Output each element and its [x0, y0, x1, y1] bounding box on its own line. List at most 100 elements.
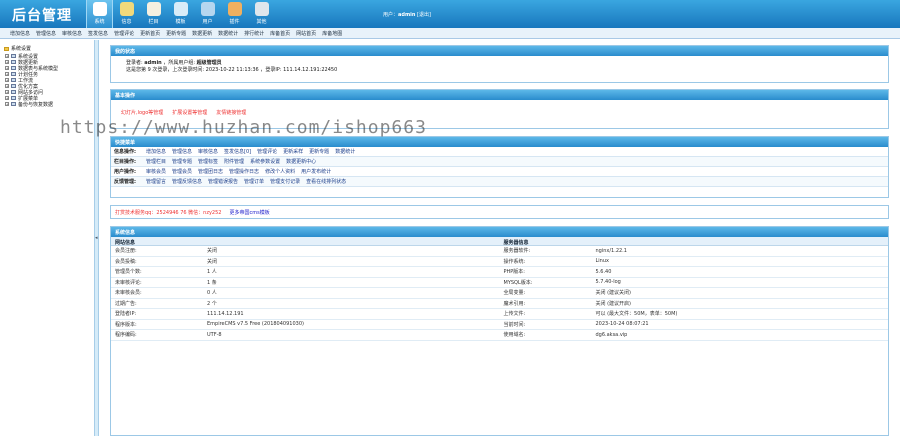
folder-icon [11, 96, 16, 100]
subnav-link[interactable]: 更新专题 [166, 30, 186, 37]
system-info-panel: 系统信息 网站信息 会员注册: 关闭 会员投稿: 关闭 管理员个数: 1 人未审核评论: 1… [110, 226, 889, 436]
nav-folder[interactable]: 栏目 [140, 0, 167, 28]
sidebar-splitter[interactable]: ◂ [94, 40, 99, 436]
quick-menu-link[interactable]: 管理团日志 [198, 168, 223, 175]
nav-plugin[interactable]: 插件 [221, 0, 248, 28]
quick-menu-link[interactable]: 管理操作日志 [229, 168, 259, 175]
quick-menu-link[interactable]: 审核信息 [198, 148, 218, 155]
folder-icon [11, 66, 16, 70]
sidebar-root[interactable]: 系统设置 [0, 40, 94, 53]
quick-menu-link[interactable]: 管理反馈信息 [172, 178, 202, 185]
logout-link[interactable]: [退出] [417, 12, 431, 18]
login-user-line: 登录者: admin ，所属用户组: 超级管理员 [111, 60, 888, 67]
subnav-link[interactable]: 管理信息 [36, 30, 56, 37]
subnav-link[interactable]: 管理评论 [114, 30, 134, 37]
folder-icon [11, 84, 16, 88]
sidebar-item[interactable]: + 备份与恢复数据 [0, 101, 94, 108]
subnav-link[interactable]: 排行统计 [244, 30, 264, 37]
info-row: 未审核会员: 0 人 [111, 288, 500, 299]
quick-menu-link[interactable]: 修改个人资料 [265, 168, 295, 175]
quick-menu-link[interactable]: 系统参数设置 [250, 158, 280, 165]
quick-menu-link[interactable]: 管理支付记录 [270, 178, 300, 185]
info-value: 关闭 (建议关闭) [595, 290, 632, 297]
expand-icon[interactable]: + [5, 96, 9, 100]
info-key: 程序版本: [115, 321, 137, 328]
folder-icon [11, 54, 16, 58]
info-value: 关闭 [207, 258, 218, 265]
quick-menu-link[interactable]: 附件管理 [224, 158, 244, 165]
watermark-text: https://www.huzhan.com/ishop663 [60, 117, 427, 138]
subnav-link[interactable]: 增加信息 [10, 30, 30, 37]
more-templates-link[interactable]: 更多帝国cms模板 [229, 209, 269, 218]
quick-menu-link[interactable]: 管理栏目 [146, 158, 166, 165]
folder-icon [11, 90, 16, 94]
quick-menu-link[interactable]: 管理错误报告 [208, 178, 238, 185]
quick-menu-link[interactable]: 管理会员 [172, 168, 192, 175]
basic-panel-title: 基本操作 [111, 90, 888, 100]
subnav-link[interactable]: 数据更新 [192, 30, 212, 37]
basic-link[interactable]: 友情链接管理 [216, 109, 246, 116]
nav-user[interactable]: 用户 [194, 0, 221, 28]
system-info-title: 系统信息 [111, 227, 888, 237]
quick-menu-link[interactable]: 数据更新中心 [286, 158, 316, 165]
expand-icon[interactable]: + [5, 78, 9, 82]
info-key: 程序编码: [115, 332, 137, 339]
subnav-link[interactable]: 签发信息 [88, 30, 108, 37]
quick-menu-link[interactable]: 用户发布统计 [301, 168, 331, 175]
quick-menu-link[interactable]: 更新专题 [309, 148, 329, 155]
nav-home[interactable]: 系统 [86, 0, 113, 28]
expand-icon[interactable]: + [5, 54, 9, 58]
quick-menu-link[interactable]: 管理留言 [146, 178, 166, 185]
quick-menu-link[interactable]: 管理订单 [244, 178, 264, 185]
quick-menu-link[interactable]: 管理评论 [257, 148, 277, 155]
info-row: PHP版本: 5.6.40 [499, 267, 888, 278]
expand-icon[interactable]: + [5, 66, 9, 70]
info-key: 上传文件: [503, 311, 526, 318]
folder-icon [11, 60, 16, 64]
subnav-link[interactable]: 数据统计 [218, 30, 238, 37]
plugin-icon [227, 2, 242, 16]
quick-menu-link[interactable]: 管理专题 [172, 158, 192, 165]
info-row: 过期广告: 2 个 [111, 299, 500, 309]
quick-menu-link[interactable]: 签发信息[0] [224, 148, 251, 155]
nav-template[interactable]: 模板 [167, 0, 194, 28]
nav-edit[interactable]: 信息 [113, 0, 140, 28]
sidebar-tree: + 系统设置 + 数据更新 + 数据表与系统模型 + 计划任务 + 工作流 + 优化方案 + 网站多访问 +… [0, 53, 94, 108]
quick-menu-link[interactable]: 数据统计 [335, 148, 355, 155]
expand-icon[interactable]: + [5, 102, 9, 106]
server-info-column: 服务器信息 服务器软件: nginx/1.22.1 操作系统: Linux PHP版本:… [499, 237, 888, 341]
subnav-link[interactable]: 更新首页 [140, 30, 160, 37]
subnav-link[interactable]: 库备地图 [322, 30, 342, 37]
group-label: ，所属用户组: [163, 60, 195, 66]
basic-link[interactable]: 扩展设置等管理 [172, 109, 207, 116]
expand-icon[interactable]: + [5, 90, 9, 94]
quick-menu-link[interactable]: 管理标签 [198, 158, 218, 165]
quick-menu-link[interactable]: 增加信息 [146, 148, 166, 155]
quick-menu-label: 用户操作: [114, 169, 136, 175]
info-key: 操作系统: [503, 258, 526, 265]
quick-menu-link[interactable]: 管理信息 [172, 148, 192, 155]
folder-icon [11, 72, 16, 76]
sidebar-title: 系统设置 [11, 46, 32, 52]
info-row: 上传文件: 可以 (最大文件：50M，表单：50M) [499, 309, 888, 320]
quick-menu-link[interactable]: 更新采样 [283, 148, 303, 155]
info-key: 未审核会员: [115, 290, 142, 297]
nav-label: 信息 [121, 19, 132, 25]
nav-gear[interactable]: 其他 [248, 0, 275, 28]
quick-menu-title: 快捷菜单 [111, 137, 888, 147]
collapse-arrow-icon[interactable]: ◂ [95, 235, 98, 241]
expand-icon[interactable]: + [5, 72, 9, 76]
folder-icon [11, 102, 16, 106]
expand-icon[interactable]: + [5, 84, 9, 88]
quick-menu-link[interactable]: 查看在线排列状态 [306, 178, 346, 185]
basic-link[interactable]: 幻灯片,logo等管理 [121, 109, 163, 116]
info-key: 当前时间: [503, 321, 526, 328]
info-key: 会员投稿: [115, 258, 137, 265]
expand-icon[interactable]: + [5, 60, 9, 64]
subnav-link[interactable]: 网站首页 [296, 30, 316, 37]
sidebar: 系统设置 + 系统设置 + 数据更新 + 数据表与系统模型 + 计划任务 + 工作流 + 优化方案 + 网… [0, 40, 94, 436]
subnav-link[interactable]: 库备首页 [270, 30, 290, 37]
info-row: 服务器软件: nginx/1.22.1 [499, 246, 888, 257]
quick-menu-link[interactable]: 审核会员 [146, 168, 166, 175]
subnav-link[interactable]: 审核信息 [62, 30, 82, 37]
